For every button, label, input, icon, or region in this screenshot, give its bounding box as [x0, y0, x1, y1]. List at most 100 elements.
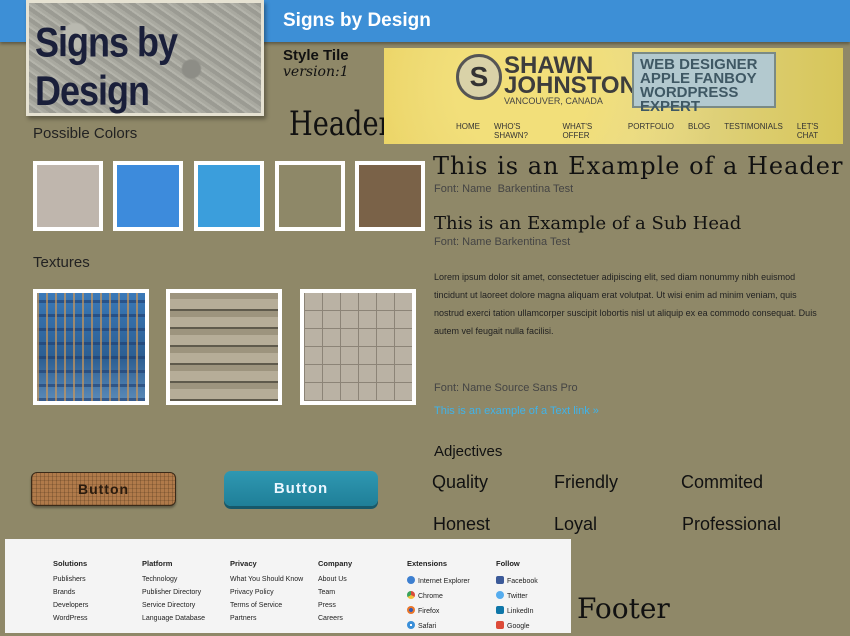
banner-role: WORDPRESS EXPERT [640, 84, 739, 115]
footer-link[interactable]: What You Should Know [230, 576, 303, 583]
footer-link[interactable]: Internet Explorer [407, 576, 470, 585]
safari-icon [407, 621, 415, 629]
footer-link-label: Google [507, 623, 530, 630]
wood-button[interactable]: Button [31, 472, 176, 506]
footer-column-title: Follow [496, 559, 520, 568]
footer-font-sample: Footer [577, 592, 670, 625]
banner-nav-item: LET'S CHAT [796, 122, 819, 140]
texture-tile-grid [300, 289, 416, 405]
adjective: Friendly [554, 472, 619, 492]
banner-nav-item: TESTIMONIALS [724, 122, 783, 131]
footer-link[interactable]: Language Database [142, 615, 205, 622]
facebook-icon [496, 576, 504, 584]
textures-label: Textures [33, 254, 90, 271]
footer-column-solutions: Solutions Publishers Brands Developers W… [53, 559, 88, 628]
footer-link[interactable]: WordPress [53, 615, 88, 622]
footer-link[interactable]: Facebook [496, 576, 538, 585]
logo: Signs by Design [26, 0, 264, 116]
footer-column-follow: Follow Facebook Twitter LinkedIn Google [496, 559, 538, 636]
banner-name: SHAWN JOHNSTON [504, 54, 637, 99]
example-subhead: This is an Example of a Sub Head [434, 213, 742, 234]
footer-link-label: LinkedIn [507, 608, 534, 615]
texture-wood-planks [166, 289, 282, 405]
footer-link[interactable]: Safari [407, 621, 470, 630]
footer-link[interactable]: Publishers [53, 576, 88, 583]
footer-link[interactable]: Chrome [407, 591, 470, 600]
header-font-sample: Header [289, 104, 392, 144]
footer-link[interactable]: Developers [53, 602, 88, 609]
color-swatch [355, 161, 425, 231]
possible-colors-label: Possible Colors [33, 125, 138, 142]
footer-link[interactable]: LinkedIn [496, 606, 538, 615]
adjective: Quality [432, 472, 489, 492]
header-font-note: Font: Name Barkentina Test [434, 183, 573, 195]
banner-nav-item: HOME [456, 122, 480, 131]
example-text-link[interactable]: This is an example of a Text link » [434, 405, 599, 417]
header-font-name: Barkentina Test [497, 183, 574, 195]
adjective: Commited [681, 472, 764, 492]
footer-link[interactable]: Brands [53, 589, 88, 596]
footer-link-label: Safari [418, 623, 437, 630]
footer-column-platform: Platform Technology Publisher Directory … [142, 559, 205, 628]
footer-column-title: Privacy [230, 559, 257, 568]
footer-link[interactable]: Privacy Policy [230, 589, 303, 596]
site-title: Signs by Design [283, 10, 431, 31]
footer-link-label: Facebook [507, 578, 538, 585]
adjectives-title: Adjectives [434, 443, 503, 460]
footer-link-label: Firefox [418, 608, 440, 615]
footer-link[interactable]: Careers [318, 615, 352, 622]
banner-nav: HOME WHO'S SHAWN? WHAT'S OFFER PORTFOLIO… [456, 122, 836, 140]
footer-sample: Solutions Publishers Brands Developers W… [5, 539, 571, 633]
footer-link[interactable]: Publisher Directory [142, 589, 205, 596]
google-icon [496, 621, 504, 629]
footer-link[interactable]: Service Directory [142, 602, 205, 609]
footer-link[interactable]: Google [496, 621, 538, 630]
body-font-note: Font: Name Source Sans Pro [434, 382, 578, 394]
footer-link-label: Chrome [418, 593, 443, 600]
linkedin-icon [496, 606, 504, 614]
footer-link[interactable]: Partners [230, 615, 303, 622]
footer-link[interactable]: Firefox [407, 606, 470, 615]
version-label: version:1 [283, 64, 349, 80]
footer-column-company: Company About Us Team Press Careers [318, 559, 352, 628]
example-header: This is an Example of a Header [433, 152, 844, 180]
body-copy: Lorem ipsum dolor sit amet, consectetuer… [434, 272, 817, 336]
twitter-icon [496, 591, 504, 599]
footer-column-title: Company [318, 559, 353, 568]
footer-link-label: Twitter [507, 593, 528, 600]
banner-badge: S [456, 54, 502, 100]
footer-link[interactable]: Terms of Service [230, 602, 303, 609]
internet-explorer-icon [407, 576, 415, 584]
texture-blue-paint [33, 289, 149, 405]
footer-link[interactable]: About Us [318, 576, 352, 583]
header-banner-image: S SHAWN JOHNSTON VANCOUVER, CANADA WEB D… [384, 48, 843, 144]
adjective: Loyal [554, 514, 598, 534]
color-swatch [194, 161, 264, 231]
banner-nav-item: BLOG [687, 122, 711, 131]
banner-role-box: WEB DESIGNER APPLE FANBOY WORDPRESS EXPE… [632, 52, 776, 114]
header-font-label: Font: Name [434, 183, 492, 195]
subhead-font-note: Font: Name Barkentina Test [434, 236, 571, 248]
banner-nav-item: PORTFOLIO [627, 122, 674, 131]
color-swatch [33, 161, 103, 231]
banner-place: VANCOUVER, CANADA [504, 96, 603, 106]
footer-column-title: Platform [142, 559, 173, 568]
footer-link[interactable]: Press [318, 602, 352, 609]
color-swatch [275, 161, 345, 231]
banner-nav-item: WHO'S SHAWN? [494, 122, 528, 140]
logo-text: Signs by Design [35, 18, 178, 115]
footer-link[interactable]: Technology [142, 576, 205, 583]
color-swatch [113, 161, 183, 231]
footer-column-extensions: Extensions Internet Explorer Chrome Fire… [407, 559, 470, 636]
footer-column-title: Extensions [407, 559, 448, 568]
footer-link[interactable]: Twitter [496, 591, 538, 600]
teal-button[interactable]: Button [224, 471, 378, 506]
footer-link-label: Internet Explorer [418, 578, 470, 585]
footer-column-privacy: Privacy What You Should Know Privacy Pol… [230, 559, 303, 628]
footer-link[interactable]: Team [318, 589, 352, 596]
style-tile-label: Style Tile [283, 47, 349, 64]
firefox-icon [407, 606, 415, 614]
chrome-icon [407, 591, 415, 599]
footer-column-title: Solutions [53, 559, 88, 568]
banner-name-line2: JOHNSTON [504, 72, 637, 99]
